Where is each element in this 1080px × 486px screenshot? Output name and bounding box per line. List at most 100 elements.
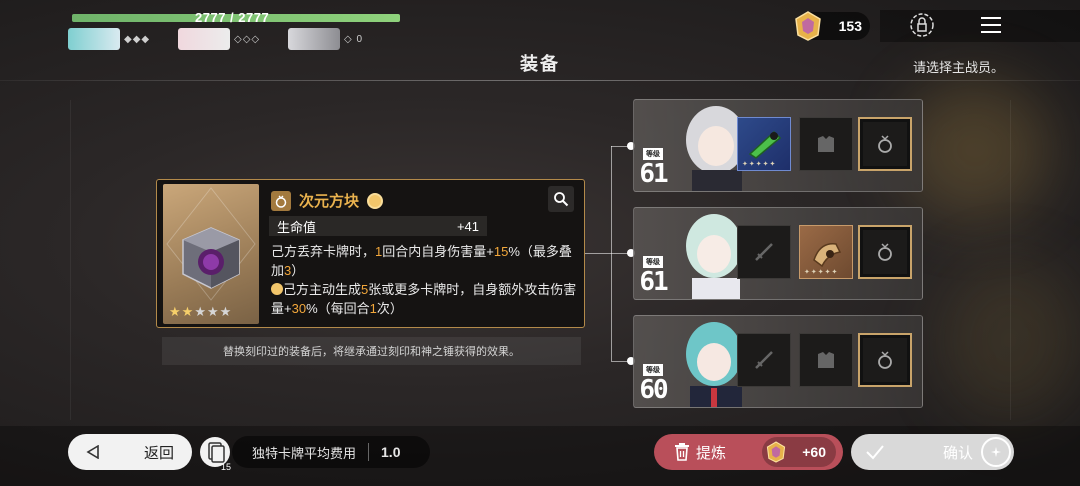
page-title-wrap: 装备	[440, 50, 640, 76]
weapon-slot[interactable]	[737, 225, 791, 279]
stars-filled: ★★	[169, 304, 195, 319]
party-pips: ◇◇◇	[234, 33, 261, 45]
back-button[interactable]: 返回	[68, 434, 192, 470]
hamburger-menu-icon	[981, 17, 1001, 33]
desc-highlight: 30	[291, 301, 307, 316]
item-description: 己方丢弃卡牌时，1回合内自身伤害量+15%（最多叠加3） 己方主动生成5张或更多…	[271, 242, 577, 318]
check-icon	[866, 445, 884, 460]
back-label: 返回	[144, 444, 175, 462]
desc-highlight: 1	[369, 301, 377, 316]
armor-icon	[818, 136, 834, 152]
level-number: 60	[639, 375, 668, 405]
character-card[interactable]: 等级 60	[633, 315, 923, 408]
ring-icon	[271, 190, 291, 211]
avatar	[288, 28, 340, 50]
desc-text: 己方主动生成	[283, 282, 362, 297]
desc-text: 己方丢弃卡牌时，	[271, 244, 376, 259]
confirm-button[interactable]: 确认	[851, 434, 1014, 470]
stat-row: 生命值 +41	[269, 216, 487, 236]
sun-icon	[367, 192, 384, 209]
connector-line	[585, 253, 611, 254]
party-pips: ◆◆◆	[124, 33, 151, 45]
item-stars: ★★★★★	[169, 304, 232, 320]
level-number: 61	[639, 159, 668, 189]
sun-icon	[271, 283, 283, 295]
currency-amount: 153	[838, 18, 862, 34]
avg-cost-display: 独特卡牌平均费用 1.0	[232, 436, 430, 468]
desc-text: 次）	[376, 301, 403, 316]
gem-icon	[795, 11, 821, 41]
title-divider	[0, 80, 1080, 81]
party-member-3[interactable]: ◇ 0	[288, 28, 363, 50]
ring-icon	[878, 243, 892, 261]
back-arrow-icon	[86, 445, 99, 459]
party-member-1[interactable]: ◆◆◆	[68, 28, 150, 50]
page-title: 装备	[520, 54, 560, 74]
menu-button[interactable]	[976, 10, 1006, 40]
weapon-item-icon	[748, 130, 782, 159]
accessory-slot[interactable]	[858, 333, 912, 387]
deck-count: 15	[221, 462, 231, 471]
divider	[368, 443, 370, 461]
item-detail-card: ★★★★★ 次元方块 生命值 +41 己方丢弃卡牌时， 1 回合内自身伤害量+15%…	[156, 179, 585, 328]
item-name: 次元方块	[299, 193, 360, 210]
stat-value: +41	[456, 218, 479, 234]
top-bar: 2777 / 2777 ◆◆◆ ◇◇◇ ◇ 0 153 装备 请选择主战员。	[0, 0, 1080, 80]
refine-button[interactable]: 提炼 +60	[654, 434, 843, 470]
level-badge: 等级 61	[638, 251, 669, 297]
trash-icon	[675, 443, 689, 461]
stat-label: 生命值	[277, 219, 317, 235]
item-name-row: 次元方块	[271, 190, 384, 211]
dimension-cube-icon	[166, 187, 256, 301]
ring-icon	[878, 351, 892, 369]
ring-icon	[878, 135, 892, 153]
level-badge: 等级 61	[638, 143, 669, 189]
avg-cost-label: 独特卡牌平均费用	[252, 445, 357, 461]
armor-slot[interactable]: ✦✦✦✦✦	[799, 225, 853, 279]
avg-cost-value: 1.0	[381, 444, 401, 460]
slot-stars: ✦✦✦✦✦	[742, 161, 777, 168]
confirm-key-icon	[981, 437, 1011, 467]
gem-icon	[766, 441, 786, 463]
search-button[interactable]	[548, 186, 574, 212]
desc-highlight: 15	[493, 244, 509, 259]
currency-display: 153	[795, 11, 870, 41]
sword-icon	[755, 351, 773, 369]
weapon-slot[interactable]: ✦✦✦✦✦	[737, 117, 791, 171]
grid-line	[70, 100, 71, 420]
character-card[interactable]: 等级 61 ✦✦✦✦✦	[633, 99, 923, 192]
stars-empty: ★★★	[194, 304, 233, 319]
slot-stars: ✦✦✦✦✦	[804, 269, 839, 276]
character-card[interactable]: 等级 61 ✦✦✦✦✦	[633, 207, 923, 300]
refine-cost-value: +60	[802, 444, 826, 460]
desc-text: ）	[291, 263, 305, 278]
desc-text: 回合内自身伤害量+	[382, 244, 494, 259]
search-icon	[554, 192, 569, 207]
sword-icon	[755, 243, 773, 261]
armor-icon	[818, 352, 834, 368]
inherit-note: 替换刻印过的装备后，将继承通过刻印和神之锤获得的效果。	[162, 337, 581, 365]
armor-item-icon	[813, 243, 842, 268]
item-image: ★★★★★	[163, 184, 259, 324]
party-pips: ◇ 0	[344, 33, 364, 45]
refine-reward: +60	[762, 437, 836, 467]
hint-text: 请选择主战员。	[912, 60, 1004, 75]
level-badge: 等级 60	[638, 359, 669, 405]
accessory-slot[interactable]	[858, 117, 912, 171]
hp-text: 2777 / 2777	[195, 10, 270, 25]
confirm-label: 确认	[943, 444, 974, 462]
level-number: 61	[639, 267, 668, 297]
avatar	[178, 28, 230, 50]
avatar	[68, 28, 120, 50]
deck-icon[interactable]: 15	[199, 435, 233, 471]
accessory-slot[interactable]	[858, 225, 912, 279]
weapon-slot[interactable]	[737, 333, 791, 387]
desc-text: %（每回合	[306, 301, 370, 316]
lock-button[interactable]	[907, 10, 937, 40]
armor-slot[interactable]	[799, 117, 853, 171]
grid-line	[1010, 100, 1011, 420]
armor-slot[interactable]	[799, 333, 853, 387]
party-member-2[interactable]: ◇◇◇	[178, 28, 260, 50]
refine-label: 提炼	[696, 444, 727, 462]
lock-icon	[910, 13, 934, 37]
